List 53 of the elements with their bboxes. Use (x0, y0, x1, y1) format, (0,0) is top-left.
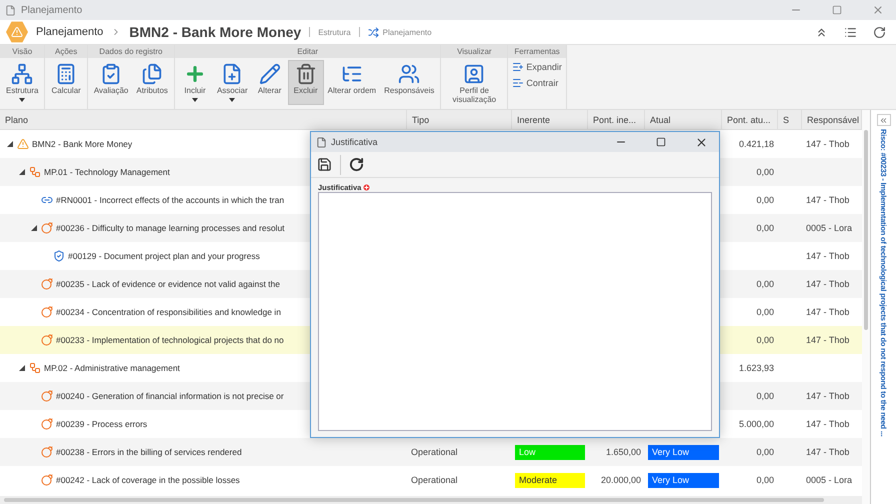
type-cell-text: Operational (410, 447, 459, 457)
window-title: Planejamento (21, 4, 84, 16)
responsible-cell-text: 147 - Thob (805, 335, 850, 345)
score-cell-text: 1.623,93 (738, 363, 775, 373)
level-badge: Very Low (648, 472, 719, 488)
score-cell-text: 20.000,00 (600, 475, 642, 485)
ribbon-group-label: Dados do registro (88, 45, 174, 58)
responsible-cell-text: 147 - Thob (805, 447, 850, 457)
responsible-cell-text: 147 - Thob (805, 195, 850, 205)
score-cell-text: 0,00 (755, 335, 775, 345)
ribbon-group-label: Visualizar (441, 45, 508, 58)
responsible-cell-text: 0005 - Lora (805, 475, 854, 485)
responsible-cell-text: 147 - Thob (805, 307, 850, 317)
plan-item-label: #RN0001 - Incorrect effects of the accounts in which the tran (56, 195, 284, 205)
level-badge: Low (515, 444, 585, 460)
score-cell-text: 0,00 (755, 447, 775, 457)
level-badge: Very Low (648, 444, 719, 460)
score-cell-text: 1.650,00 (604, 447, 642, 457)
type-cell-text: Operational (410, 475, 459, 485)
level-badge: Moderate (515, 472, 585, 488)
plan-item-label: #00238 - Errors in the billing of services rendered (56, 447, 242, 457)
plan-item-label: #00236 - Difficulty to manage learning processes and resolut (56, 223, 285, 233)
responsible-cell-text: 147 - Thob (805, 419, 850, 429)
score-cell-text: 0.421,18 (738, 139, 775, 149)
plan-item-label: #00235 - Lack of evidence or evidence not valid against the (56, 279, 280, 289)
ribbon-group-label: Editar (174, 45, 440, 58)
responsible-cell-text: 147 - Thob (805, 391, 850, 401)
ribbon-group-label: Visão (0, 45, 44, 58)
responsible-cell-text: 0005 - Lora (805, 223, 854, 233)
dialog-title: Justificativa (331, 137, 379, 147)
plan-item-label: #00242 - Lack of coverage in the possible losses (56, 475, 240, 485)
ribbon-group-label: Ferramentas (508, 45, 566, 58)
responsible-cell-text: 147 - Thob (805, 139, 850, 149)
score-cell-text: 0,00 (755, 279, 775, 289)
plan-item-label: #00129 - Document project plan and your progress (68, 251, 260, 261)
plan-item-label: BMN2 - Bank More Money (32, 139, 132, 149)
score-cell-text: 0,00 (755, 391, 775, 401)
score-cell-text: 5.000,00 (738, 419, 775, 429)
score-cell-text: 0,00 (755, 223, 775, 233)
responsible-cell-text: 147 - Thob (805, 251, 850, 261)
plan-item-label: #00234 - Concentration of responsibilities and knowledge in (56, 307, 281, 317)
plan-item-label: #00240 - Generation of financial information is not precise or (56, 391, 284, 401)
score-cell-text: 0,00 (755, 195, 775, 205)
score-cell-text: 0,00 (755, 475, 775, 485)
score-cell-text: 0,00 (755, 167, 775, 177)
plan-item-label: #00233 - Implementation of technological projects that do no (56, 335, 284, 345)
page-title: BMN2 - Bank More Money (129, 24, 302, 40)
plan-item-label: MP.02 - Administrative management (44, 363, 180, 373)
ribbon-group-label: Ações (45, 45, 87, 58)
plan-item-label: #00239 - Process errors (56, 419, 148, 429)
score-cell-text: 0,00 (755, 307, 775, 317)
responsible-cell-text: 147 - Thob (805, 279, 850, 289)
plan-item-label: MP.01 - Technology Management (44, 167, 170, 177)
